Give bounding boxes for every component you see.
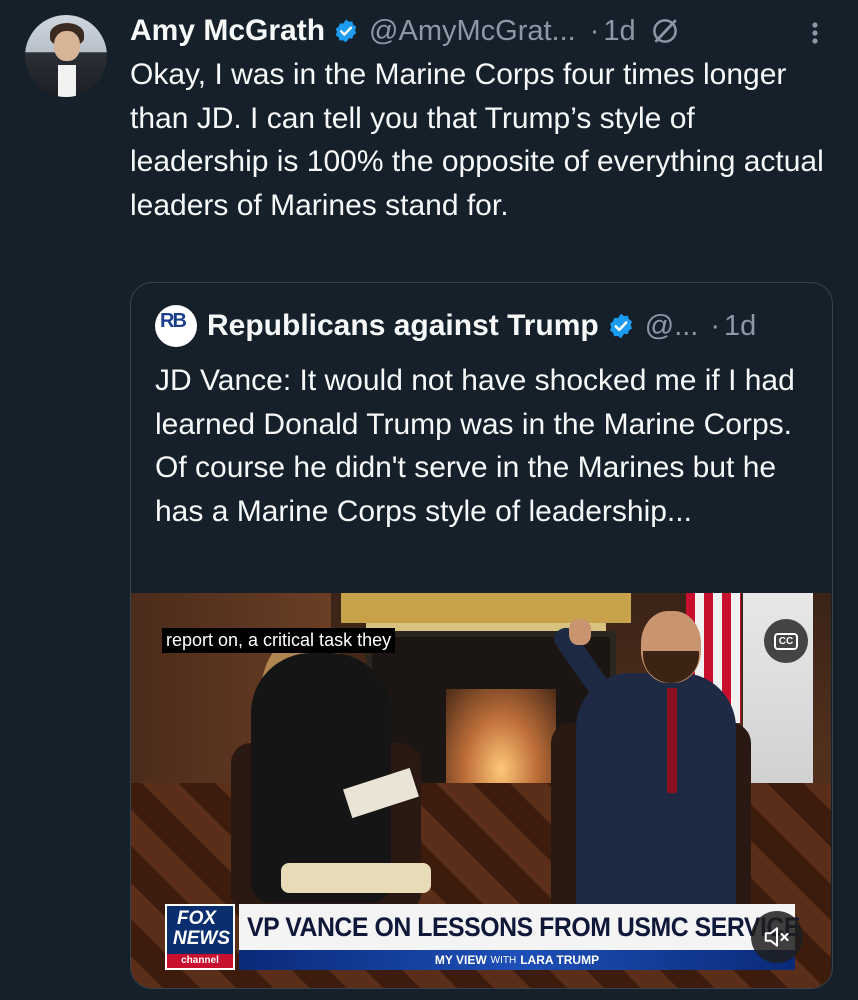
video-player[interactable]: report on, a critical task they CC FOX N… <box>131 593 831 988</box>
quoted-separator-dot: · <box>710 309 721 342</box>
video-guest-hand <box>569 619 591 645</box>
closed-captions-button[interactable]: CC <box>764 619 808 663</box>
quoted-timestamp[interactable]: 1d <box>724 310 756 343</box>
mute-button[interactable] <box>751 911 803 963</box>
author-name[interactable]: Amy McGrath <box>130 14 325 48</box>
quoted-tweet[interactable]: RB Republicans against Trump @... · 1d J… <box>130 282 833 989</box>
muted-speaker-icon <box>764 927 789 947</box>
separator-dot: · <box>589 14 600 47</box>
quoted-author-handle[interactable]: @... <box>645 310 699 343</box>
grok-icon[interactable] <box>650 16 680 46</box>
tweet[interactable]: Amy McGrath @AmyMcGrat... · 1d Okay, I w… <box>0 0 858 1000</box>
network-logo-top: FOX <box>177 908 217 929</box>
author-avatar[interactable] <box>25 15 107 97</box>
verified-badge-icon <box>335 19 357 43</box>
avatar-face <box>54 31 80 61</box>
video-caption: report on, a critical task they <box>162 628 396 653</box>
chyron-host: LARA TRUMP <box>520 953 600 967</box>
tweet-text: Okay, I was in the Marine Corps four tim… <box>130 58 824 222</box>
quoted-author-avatar[interactable]: RB <box>155 305 197 347</box>
video-chair-cushion <box>281 863 431 893</box>
chyron-show-bar: MY VIEW WITH LARA TRUMP <box>239 950 795 970</box>
quoted-tweet-text: JD Vance: It would not have shocked me i… <box>155 364 795 528</box>
video-mantel <box>341 593 631 623</box>
quoted-author-name[interactable]: Republicans against Trump <box>207 309 599 343</box>
network-logo-mid: NEWS <box>173 928 230 949</box>
tweet-header: Amy McGrath @AmyMcGrat... · 1d <box>130 12 680 50</box>
chyron-headline-bar: VP VANCE ON LESSONS FROM USMC SERVICE <box>239 904 800 950</box>
chyron-show: MY VIEW <box>434 953 487 967</box>
tweet-timestamp[interactable]: 1d <box>603 15 635 48</box>
quoted-avatar-letters: RB <box>160 310 187 332</box>
news-chyron: FOX NEWS channel VP VANCE ON LESSONS FRO… <box>165 904 800 970</box>
quoted-verified-badge-icon <box>609 313 632 339</box>
network-logo: FOX NEWS channel <box>165 904 235 970</box>
author-handle[interactable]: @AmyMcGrat... <box>369 15 576 48</box>
cc-icon: CC <box>773 632 799 650</box>
avatar-shirt <box>58 65 76 97</box>
video-fire <box>446 689 556 789</box>
chyron-with: WITH <box>490 954 517 966</box>
more-options-icon[interactable] <box>805 18 825 48</box>
video-guest-tie <box>667 688 677 793</box>
video-guest <box>576 673 736 913</box>
quoted-tweet-header: RB Republicans against Trump @... · 1d <box>155 305 756 347</box>
chyron-headline: VP VANCE ON LESSONS FROM USMC SERVICE <box>247 911 801 942</box>
network-logo-bottom: channel <box>167 954 233 968</box>
